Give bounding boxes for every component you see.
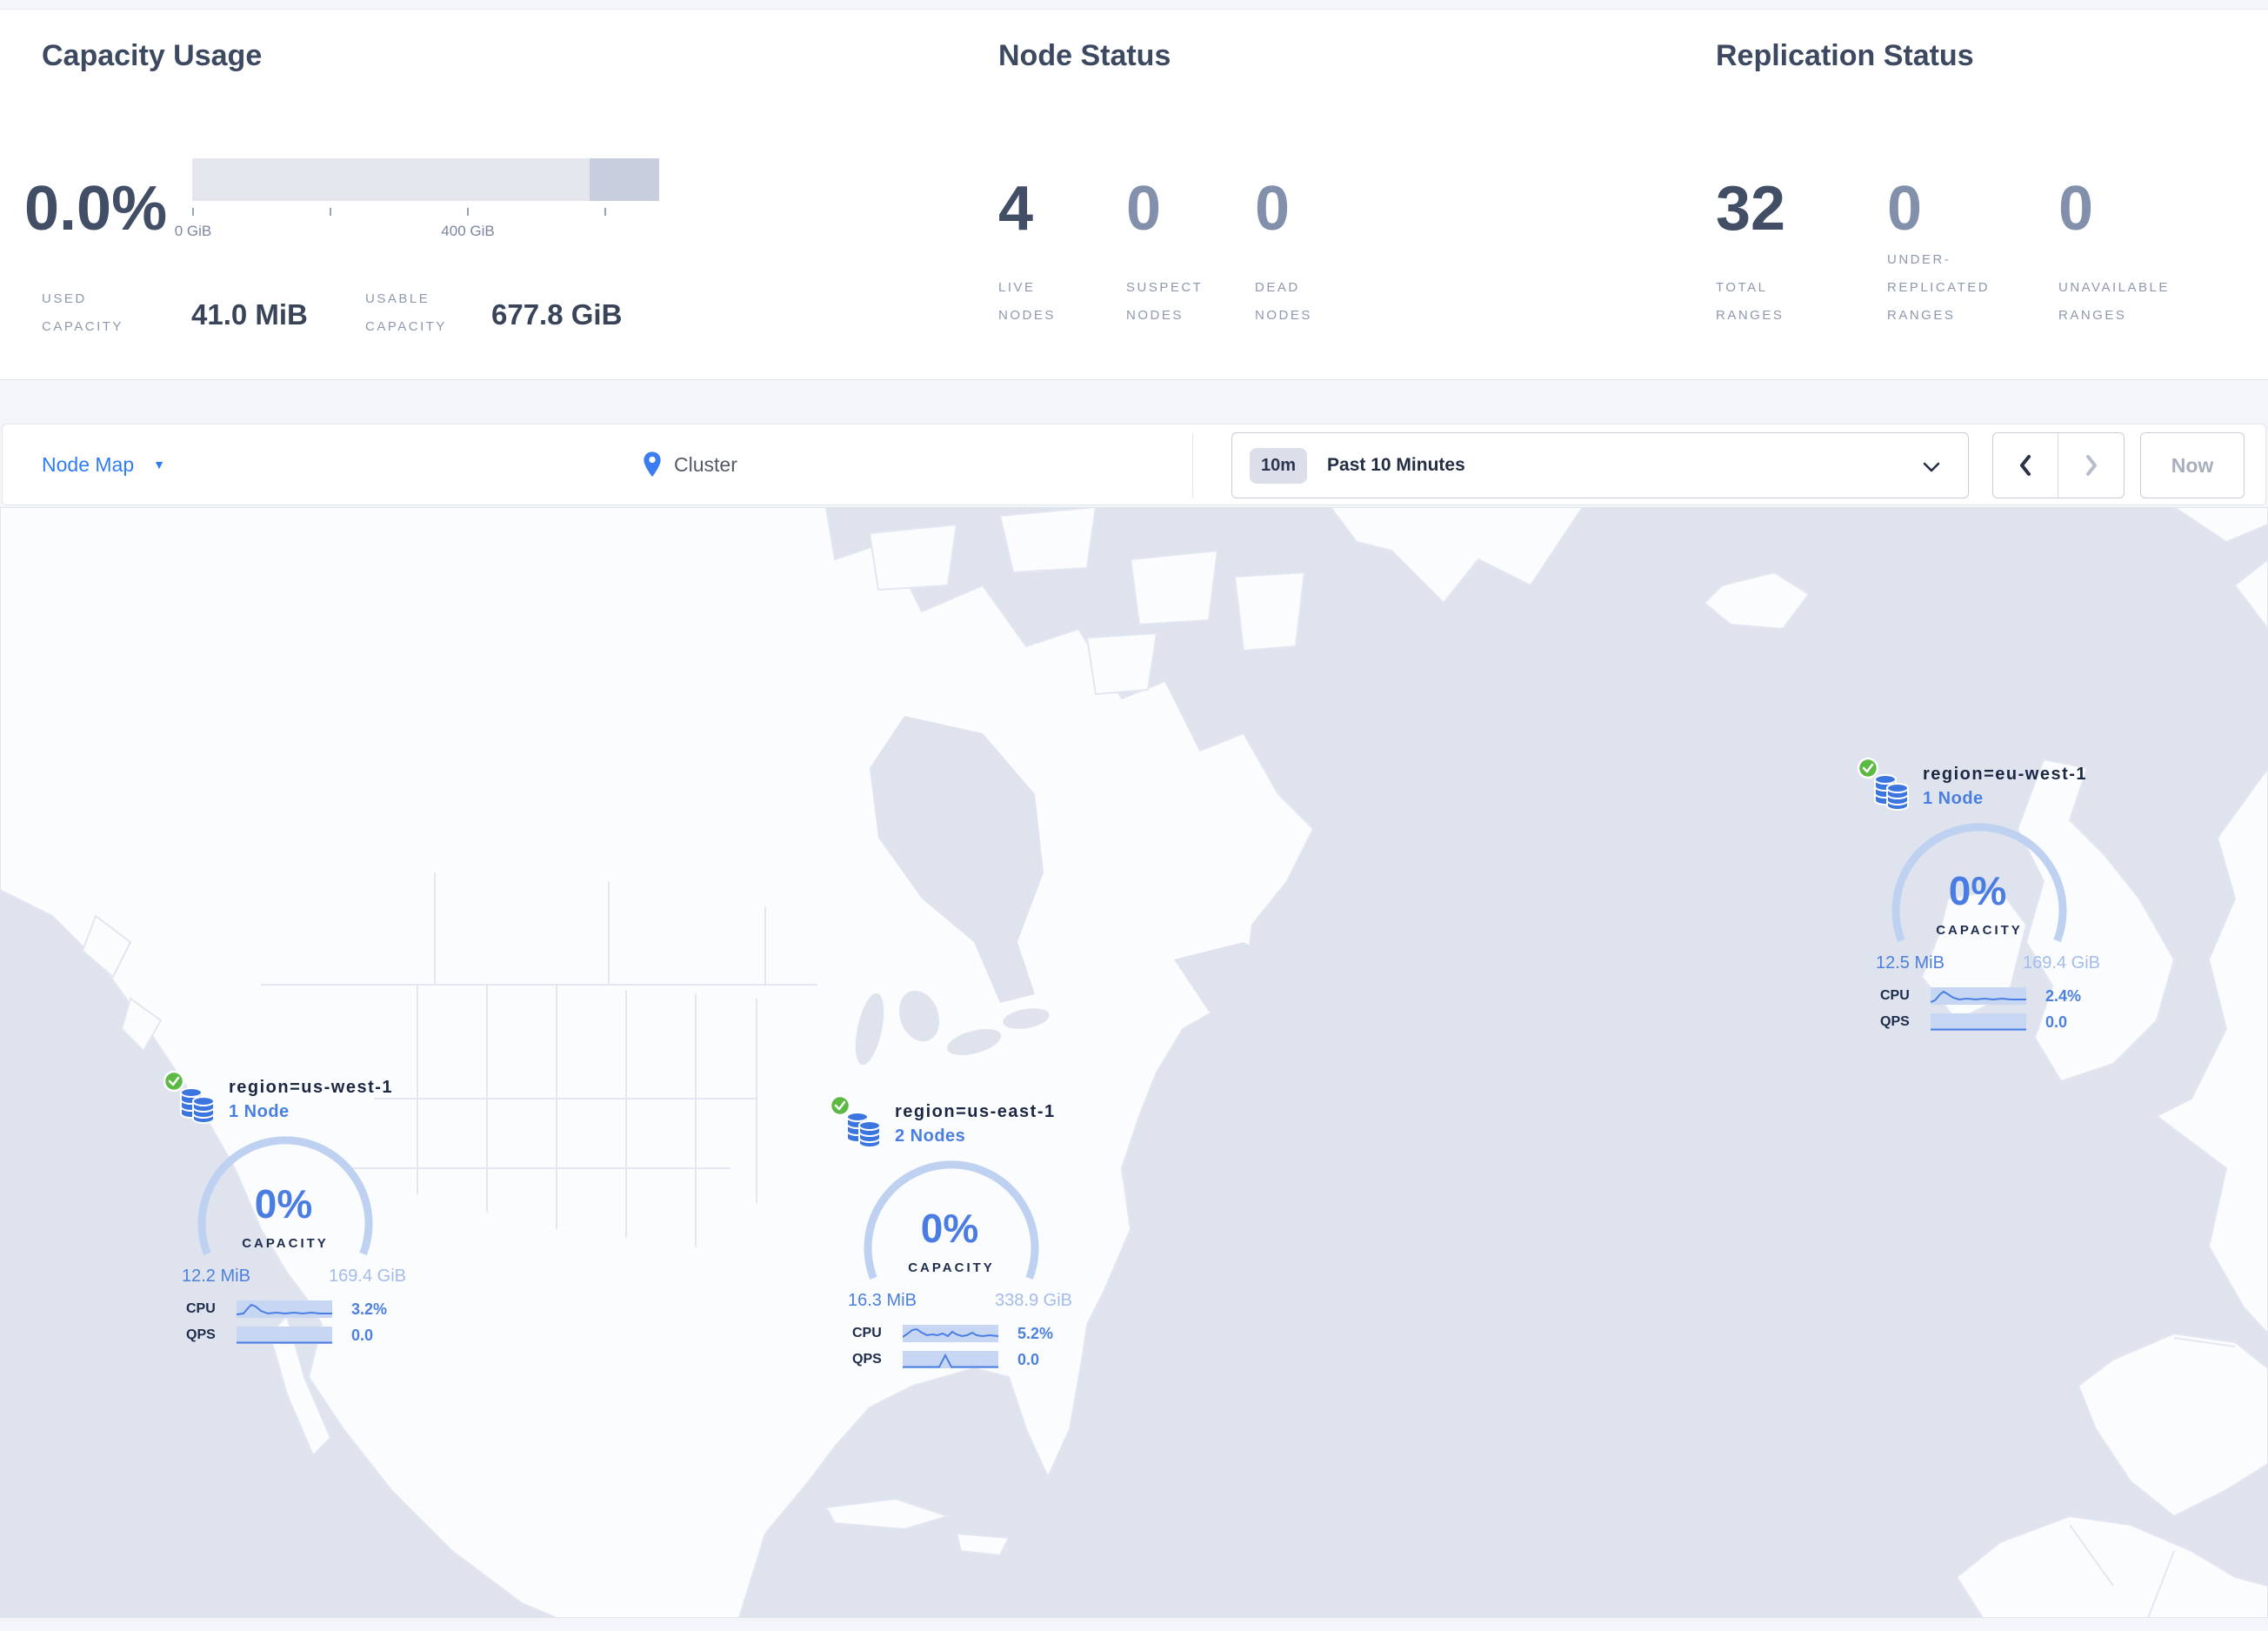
qps-value: 0.0 — [2045, 1013, 2068, 1031]
toolbar-divider — [1192, 433, 1193, 498]
cpu-sparkline — [1931, 987, 2026, 1005]
capacity-gauge-label: CAPACITY — [908, 1260, 995, 1275]
used-capacity-label: USED CAPACITY — [42, 291, 123, 334]
total-capacity: 169.4 GiB — [2023, 953, 2100, 973]
qps-value: 0.0 — [1017, 1350, 1040, 1368]
chevron-down-icon: ▼ — [153, 458, 165, 471]
chevron-down-icon — [1923, 462, 1940, 472]
time-step-forward-button[interactable] — [2058, 433, 2124, 498]
cpu-value: 3.2% — [351, 1300, 388, 1318]
under-replicated-label: UNDER- REPLICATED RANGES — [1887, 252, 1991, 323]
breadcrumb-label: Cluster — [674, 452, 737, 476]
usable-capacity-value: 677.8 GiB — [491, 298, 623, 331]
node-map[interactable]: region=us-west-1 1 Node 0% CAPACITY 12.2… — [0, 507, 2268, 1618]
qps-label: QPS — [186, 1327, 216, 1342]
capacity-percent: 0% — [254, 1181, 313, 1227]
database-stack-icon — [846, 1112, 881, 1148]
cpu-value: 5.2% — [1017, 1324, 1054, 1342]
total-capacity: 169.4 GiB — [329, 1267, 406, 1286]
usable-capacity-label: USABLE CAPACITY — [365, 291, 447, 334]
capacity-usage-title: Capacity Usage — [42, 39, 263, 72]
cluster-summary-panel: Capacity Usage 0.0% 0 GiB 400 GiB USED C… — [0, 9, 2268, 380]
capacity-tick — [467, 208, 469, 216]
region-node-count: 1 Node — [229, 1102, 290, 1121]
database-stack-icon — [1874, 774, 1909, 811]
time-step-buttons — [1992, 432, 2125, 498]
used-capacity-value: 41.0 MiB — [191, 298, 308, 331]
qps-label: QPS — [1880, 1014, 1910, 1029]
cpu-label: CPU — [852, 1326, 882, 1340]
capacity-tick — [604, 208, 606, 216]
capacity-tick-label-400: 400 GiB — [441, 223, 495, 239]
used-capacity: 16.3 MiB — [848, 1291, 917, 1310]
qps-sparkline — [1931, 1013, 2026, 1031]
view-mode-dropdown[interactable]: Node Map ▼ — [42, 424, 165, 505]
now-button[interactable]: Now — [2140, 432, 2245, 498]
chevron-left-icon — [2020, 455, 2031, 476]
page-top-strip — [0, 0, 2268, 9]
world-map — [0, 507, 2268, 1618]
cpu-value: 2.4% — [2045, 986, 2082, 1005]
map-pin-icon — [644, 451, 661, 478]
capacity-tick — [192, 208, 194, 216]
suspect-nodes-value: 0 — [1126, 174, 1162, 244]
capacity-tick — [330, 208, 331, 216]
used-capacity: 12.2 MiB — [182, 1267, 250, 1286]
database-stack-icon — [180, 1087, 215, 1124]
cpu-sparkline — [237, 1300, 332, 1318]
time-range-label: Past 10 Minutes — [1327, 455, 1465, 475]
qps-label: QPS — [852, 1352, 882, 1367]
region-marker-eu-west-1[interactable]: region=eu-west-1 1 Node 0% CAPACITY 12.5… — [1857, 757, 2118, 1044]
qps-sparkline — [237, 1327, 332, 1344]
time-step-back-button[interactable] — [1993, 433, 2058, 498]
region-label: region=eu-west-1 — [1923, 765, 2088, 784]
live-nodes-label: LIVE NODES — [998, 280, 1056, 323]
capacity-percent: 0.0% — [24, 174, 168, 244]
replication-status-title: Replication Status — [1716, 39, 1974, 72]
region-label: region=us-west-1 — [229, 1078, 394, 1097]
region-label: region=us-east-1 — [895, 1102, 1056, 1121]
capacity-gauge-label: CAPACITY — [242, 1236, 329, 1251]
time-range-badge: 10m — [1250, 447, 1308, 484]
total-ranges-value: 32 — [1716, 174, 1786, 244]
view-mode-label: Node Map — [42, 452, 135, 476]
region-marker-us-east-1[interactable]: region=us-east-1 2 Nodes 0% CAPACITY 16.… — [829, 1094, 1090, 1381]
breadcrumb[interactable]: Cluster — [643, 424, 737, 505]
cpu-sparkline — [903, 1325, 998, 1342]
qps-value: 0.0 — [351, 1326, 374, 1344]
region-marker-us-west-1[interactable]: region=us-west-1 1 Node 0% CAPACITY 12.2… — [163, 1070, 424, 1357]
capacity-tick-label-0: 0 GiB — [174, 223, 212, 239]
region-node-count: 2 Nodes — [895, 1126, 966, 1146]
node-status-title: Node Status — [998, 39, 1171, 72]
cpu-label: CPU — [186, 1301, 216, 1316]
toolbar-gap — [0, 380, 2268, 424]
capacity-gauge-label: CAPACITY — [1936, 923, 2023, 938]
qps-sparkline — [903, 1351, 998, 1368]
under-replicated-value: 0 — [1887, 174, 1923, 244]
chevron-right-icon — [2085, 455, 2097, 476]
dead-nodes-label: DEAD NODES — [1255, 280, 1312, 323]
capacity-percent: 0% — [1948, 868, 2007, 913]
capacity-bar-unusable-segment — [590, 158, 659, 201]
time-range-select[interactable]: 10m Past 10 Minutes — [1231, 432, 1969, 498]
map-toolbar: Node Map ▼ Cluster 10m Past 10 Minutes N… — [2, 424, 2266, 505]
dead-nodes-value: 0 — [1255, 174, 1291, 244]
total-capacity: 338.9 GiB — [995, 1291, 1072, 1310]
total-ranges-label: TOTAL RANGES — [1716, 280, 1784, 323]
unavailable-label: UNAVAILABLE RANGES — [2058, 280, 2170, 323]
used-capacity: 12.5 MiB — [1876, 953, 1944, 973]
unavailable-value: 0 — [2058, 174, 2094, 244]
region-node-count: 1 Node — [1923, 789, 1984, 808]
live-nodes-value: 4 — [998, 174, 1034, 244]
suspect-nodes-label: SUSPECT NODES — [1126, 280, 1204, 323]
capacity-bar: 0 GiB 400 GiB — [175, 158, 659, 239]
cpu-label: CPU — [1880, 988, 1910, 1003]
capacity-percent: 0% — [920, 1206, 979, 1251]
page-bottom-strip — [0, 1618, 2268, 1631]
